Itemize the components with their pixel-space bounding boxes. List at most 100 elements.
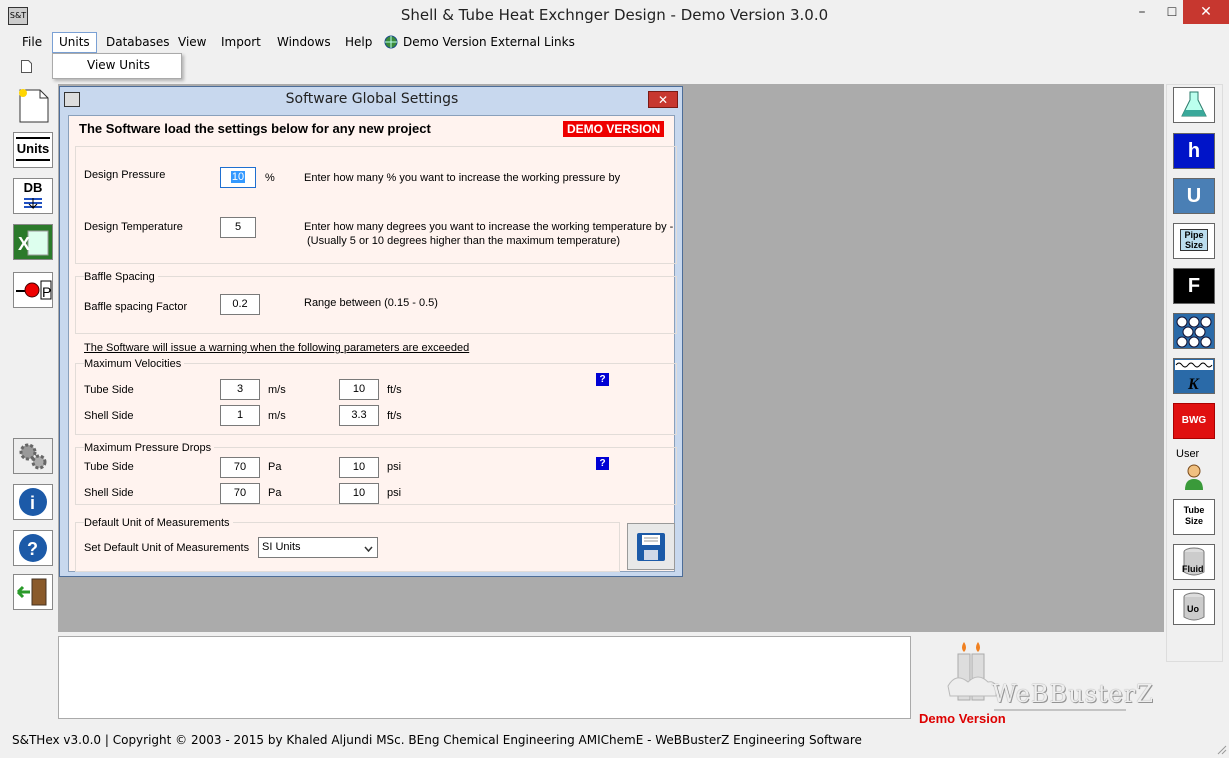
conductivity-k-label: K <box>1187 376 1200 393</box>
pipe-size-label: Pipe Size <box>1180 229 1208 251</box>
velocity-help-icon[interactable]: ? <box>596 373 609 386</box>
fluid-db-icon[interactable]: Fluid <box>1173 544 1215 580</box>
u-coefficient-icon[interactable]: U <box>1173 178 1215 214</box>
uo-db-icon[interactable]: Uo <box>1173 589 1215 625</box>
flask-icon[interactable] <box>1173 87 1215 123</box>
max-velocities-label: Maximum Velocities <box>84 358 185 370</box>
floppy-save-icon <box>636 532 666 565</box>
tube-size-db-label: Tube Size <box>1183 505 1205 526</box>
baffle-factor-input[interactable]: 0.2 <box>220 294 260 315</box>
velocity-tube-si-unit: m/s <box>268 384 286 396</box>
svg-text:X: X <box>18 234 30 254</box>
pdrop-shell-us-input[interactable]: 10 <box>339 483 379 504</box>
globe-icon <box>384 35 398 52</box>
pdrop-shell-us-unit: psi <box>387 487 402 499</box>
bwg-icon[interactable]: BWG <box>1173 403 1215 439</box>
dialog-header: The Software load the settings below for… <box>79 121 431 136</box>
baffle-factor-label: Baffle spacing Factor <box>84 301 188 313</box>
menu-file[interactable]: File <box>16 32 48 53</box>
velocity-shell-si-input[interactable]: 1 <box>220 405 260 426</box>
pdrop-shell-si-input[interactable]: 70 <box>220 483 260 504</box>
global-settings-dialog: Software Global Settings ✕ The Software … <box>59 86 683 577</box>
settings-gears-icon[interactable] <box>13 438 53 474</box>
svg-text:?: ? <box>27 539 38 559</box>
design-pressure-hint: Enter how many % you want to increase th… <box>304 172 621 184</box>
uo-db-label: Uo <box>1187 604 1199 614</box>
title-bar: S&T Shell & Tube Heat Exchnger Design - … <box>0 0 1229 32</box>
baffle-group-label: Baffle Spacing <box>84 271 158 283</box>
menu-databases[interactable]: Databases <box>100 32 176 53</box>
demo-version-label: Demo Version <box>919 711 1006 726</box>
chevron-down-icon <box>364 542 373 556</box>
dialog-title: Software Global Settings <box>285 91 459 107</box>
pdrop-tube-si-input[interactable]: 70 <box>220 457 260 478</box>
status-text: S&THex v3.0.0 | Copyright © 2003 - 2015 … <box>12 733 862 747</box>
velocity-tube-label: Tube Side <box>84 384 134 396</box>
status-bar: S&THex v3.0.0 | Copyright © 2003 - 2015 … <box>0 729 1229 757</box>
svg-text:P: P <box>42 284 51 300</box>
design-pressure-input[interactable]: 10 <box>220 167 256 188</box>
dialog-body: The Software load the settings below for… <box>68 115 677 572</box>
database-icon-label: DB <box>23 180 43 195</box>
user-avatar-icon[interactable] <box>1183 462 1205 493</box>
warning-notice: The Software will issue a warning when t… <box>84 342 470 354</box>
fouling-icon[interactable]: F <box>1173 268 1215 304</box>
pdrop-help-icon[interactable]: ? <box>596 457 609 470</box>
tube-size-db-icon[interactable]: Tube Size <box>1173 499 1215 535</box>
excel-icon[interactable]: X <box>13 224 53 260</box>
new-document-icon[interactable] <box>21 60 32 76</box>
design-temperature-input[interactable]: 5 <box>220 217 256 238</box>
pipe-size-icon[interactable]: Pipe Size <box>1173 223 1215 259</box>
pdrop-tube-label: Tube Side <box>84 461 134 473</box>
velocity-tube-si-input[interactable]: 3 <box>220 379 260 400</box>
output-pane[interactable] <box>58 636 911 719</box>
menu-view[interactable]: View <box>172 32 212 53</box>
close-button[interactable]: ✕ <box>1183 0 1229 24</box>
default-units-label: Set Default Unit of Measurements <box>84 542 250 554</box>
resize-grip-icon[interactable] <box>1215 743 1227 758</box>
pdrop-tube-us-input[interactable]: 10 <box>339 457 379 478</box>
baffle-factor-hint: Range between (0.15 - 0.5) <box>304 297 438 309</box>
units-icon-label: Units <box>16 137 50 161</box>
menu-windows[interactable]: Windows <box>271 32 337 53</box>
window-title: Shell & Tube Heat Exchnger Design - Demo… <box>400 6 829 24</box>
new-project-icon[interactable] <box>14 86 50 123</box>
user-label: User <box>1176 448 1200 460</box>
design-pressure-unit: % <box>265 172 275 184</box>
menu-help[interactable]: Help <box>339 32 378 53</box>
info-icon[interactable]: i <box>13 484 53 520</box>
max-pressure-drops-label: Maximum Pressure Drops <box>84 442 215 454</box>
h-coefficient-icon[interactable]: h <box>1173 133 1215 169</box>
svg-text:i: i <box>30 493 35 513</box>
velocity-shell-us-input[interactable]: 3.3 <box>339 405 379 426</box>
velocity-shell-us-unit: ft/s <box>387 410 402 422</box>
database-icon[interactable]: DB <box>13 178 53 214</box>
default-units-group-label: Default Unit of Measurements <box>84 517 233 529</box>
design-pressure-label: Design Pressure <box>84 169 166 181</box>
demo-version-badge: DEMO VERSION <box>563 121 665 137</box>
menu-external-links[interactable]: Demo Version External Links <box>397 32 581 53</box>
velocity-shell-label: Shell Side <box>84 410 134 422</box>
velocity-shell-si-unit: m/s <box>268 410 286 422</box>
pdrop-tube-us-unit: psi <box>387 461 402 473</box>
tube-layout-icon[interactable] <box>1173 313 1215 349</box>
menu-units[interactable]: Units <box>52 32 97 53</box>
webbusterz-logo-text: WeBBusterZ <box>992 680 1154 708</box>
pump-pressure-icon[interactable]: P <box>13 272 53 308</box>
design-temperature-hint-2: (Usually 5 or 10 degrees higher than the… <box>307 235 621 247</box>
pdrop-tube-si-unit: Pa <box>268 461 282 473</box>
velocity-tube-us-unit: ft/s <box>387 384 402 396</box>
velocity-tube-us-input[interactable]: 10 <box>339 379 379 400</box>
menu-import[interactable]: Import <box>215 32 267 53</box>
units-icon[interactable]: Units <box>13 132 53 168</box>
dialog-close-button[interactable]: ✕ <box>648 91 678 108</box>
default-units-select[interactable]: SI Units <box>258 537 378 558</box>
help-icon[interactable]: ? <box>13 530 53 566</box>
design-temperature-label: Design Temperature <box>84 221 183 233</box>
default-units-selected: SI Units <box>262 541 301 553</box>
design-pressure-value: 10 <box>230 171 246 183</box>
menu-bar: File Units Databases View Import Windows… <box>0 32 1229 53</box>
exit-door-icon[interactable] <box>13 574 53 610</box>
save-button[interactable] <box>627 523 675 570</box>
conductivity-icon[interactable]: K <box>1173 358 1215 394</box>
